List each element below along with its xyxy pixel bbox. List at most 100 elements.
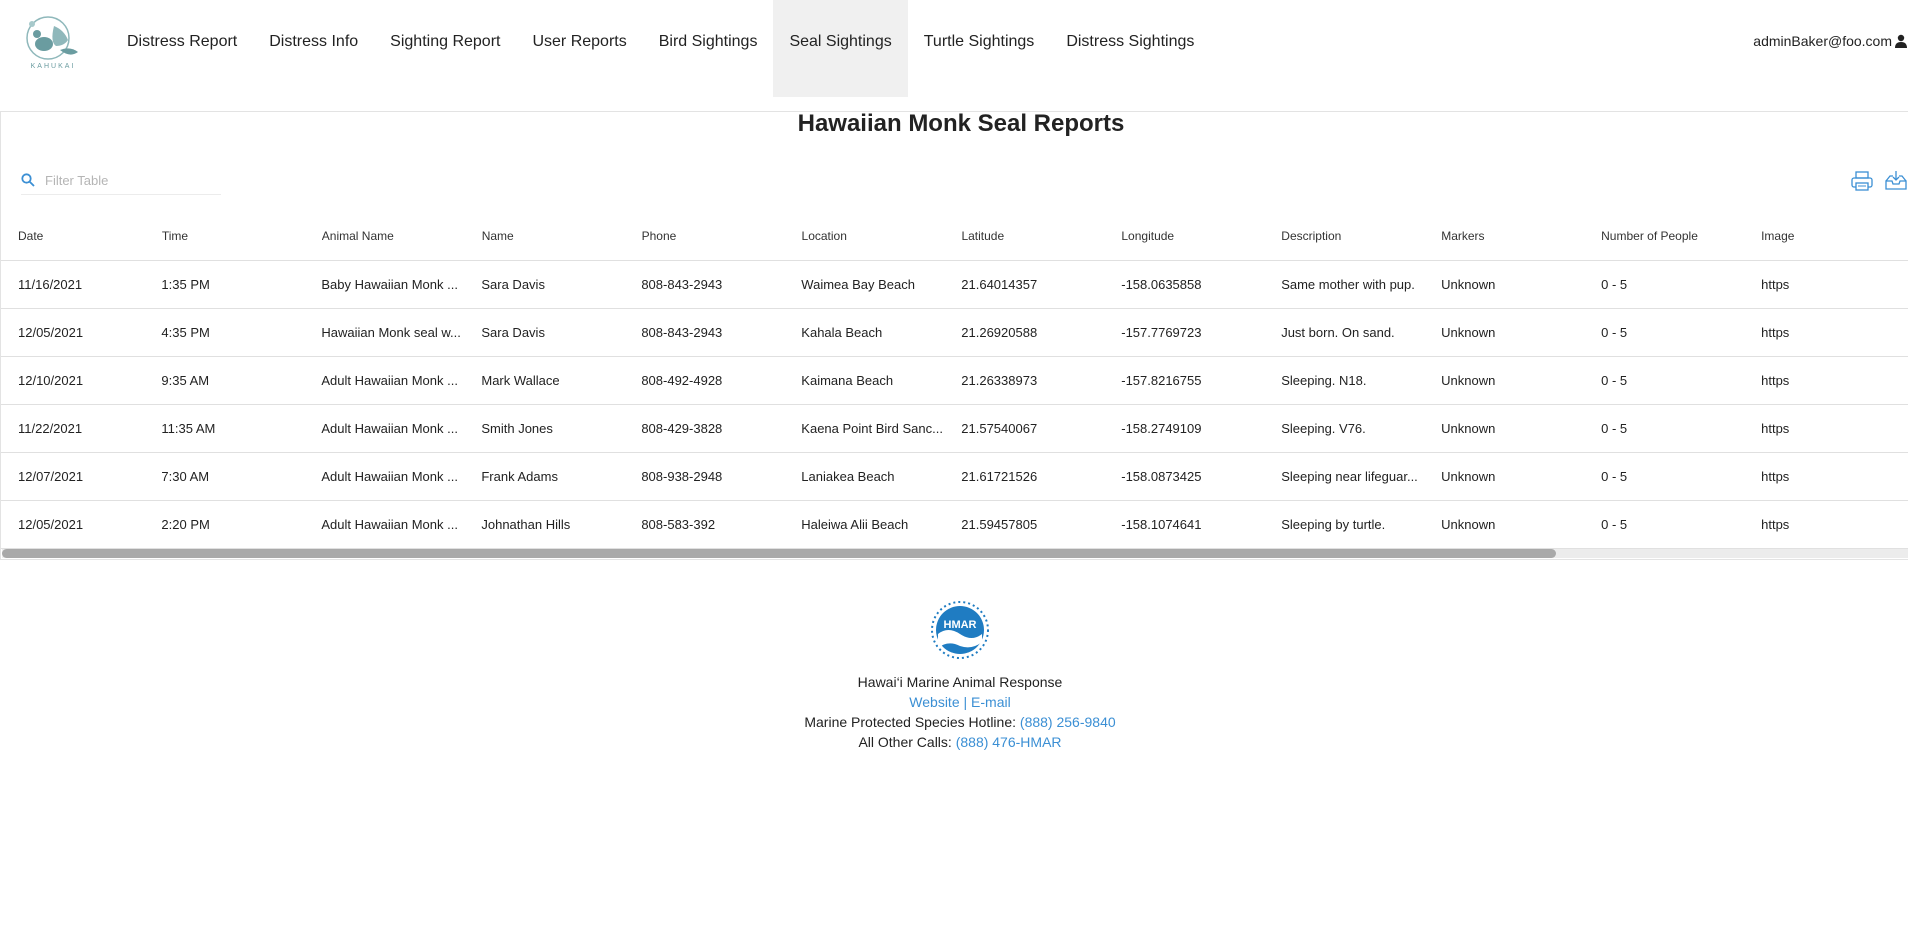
table-cell: Unknown bbox=[1441, 277, 1496, 292]
table-cell: 1:35 PM bbox=[161, 277, 210, 292]
website-link[interactable]: Website bbox=[909, 694, 959, 710]
user-menu[interactable]: adminBaker@foo.com bbox=[1753, 33, 1908, 49]
table-row[interactable]: 12/05/2021 2:20 PM Adult Hawaiian Monk ...… bbox=[1, 501, 1908, 549]
nav-bird-sightings[interactable]: Bird Sightings bbox=[643, 0, 774, 97]
other-calls-phone-link[interactable]: (888) 476-HMAR bbox=[956, 734, 1062, 750]
table-cell: 12/05/2021 bbox=[18, 325, 84, 340]
table-cell: 21.26338973 bbox=[961, 373, 1038, 388]
table-cell: 4:35 PM bbox=[161, 325, 210, 340]
table-cell: -157.8216755 bbox=[1121, 373, 1202, 388]
table-body: 11/16/2021 1:35 PM Baby Hawaiian Monk ... S… bbox=[1, 261, 1908, 549]
table-cell: Baby Hawaiian Monk ... bbox=[321, 277, 458, 292]
table-row[interactable]: 11/16/2021 1:35 PM Baby Hawaiian Monk ... S… bbox=[1, 261, 1908, 309]
hotline-phone-link[interactable]: (888) 256-9840 bbox=[1020, 714, 1116, 730]
table-cell: https bbox=[1761, 277, 1790, 292]
table-cell: 808-492-4928 bbox=[641, 373, 723, 388]
table-cell: 7:30 AM bbox=[161, 469, 210, 484]
user-email: adminBaker@foo.com bbox=[1753, 33, 1892, 49]
nav-distress-report[interactable]: Distress Report bbox=[111, 0, 253, 97]
table-cell: -158.0635858 bbox=[1121, 277, 1202, 292]
reports-card: Hawaiian Monk Seal Reports Filter Table … bbox=[0, 111, 1908, 560]
nav-label: Bird Sightings bbox=[658, 33, 758, 50]
table-cell: Adult Hawaiian Monk ... bbox=[321, 421, 458, 436]
table-row[interactable]: 11/22/2021 11:35 AM Adult Hawaiian Monk ..… bbox=[1, 405, 1908, 453]
table-cell: Kaimana Beach bbox=[801, 373, 894, 388]
footer: HMAR Hawai‘i Marine Animal Response Webs… bbox=[0, 600, 1908, 752]
nav-sighting-report[interactable]: Sighting Report bbox=[374, 0, 516, 97]
table-cell: Unknown bbox=[1441, 469, 1496, 484]
print-button[interactable] bbox=[1850, 170, 1874, 192]
table-cell: Unknown bbox=[1441, 325, 1496, 340]
scrollbar-thumb[interactable] bbox=[2, 549, 1556, 558]
hmar-logo-text: HMAR bbox=[944, 619, 977, 631]
email-link[interactable]: E-mail bbox=[971, 694, 1011, 710]
table-cell: 2:20 PM bbox=[161, 517, 210, 532]
table-cell: 12/05/2021 bbox=[18, 517, 84, 532]
table-cell: Sleeping. V76. bbox=[1281, 421, 1366, 436]
table-cell: 12/07/2021 bbox=[18, 469, 84, 484]
column-header[interactable]: Phone bbox=[642, 229, 802, 243]
horizontal-scrollbar[interactable] bbox=[2, 549, 1908, 558]
filter-field bbox=[21, 166, 221, 195]
table-cell: Adult Hawaiian Monk ... bbox=[321, 517, 458, 532]
hmar-logo[interactable]: HMAR bbox=[930, 600, 990, 660]
filter-input[interactable] bbox=[43, 171, 217, 189]
table-cell: Frank Adams bbox=[481, 469, 558, 484]
column-header[interactable]: Time bbox=[162, 229, 322, 243]
column-header[interactable]: Location bbox=[802, 229, 962, 243]
table-cell: https bbox=[1761, 517, 1790, 532]
footer-other-calls: All Other Calls: (888) 476-HMAR bbox=[0, 732, 1908, 752]
table-cell: 11/22/2021 bbox=[18, 421, 83, 436]
table-cell: 21.57540067 bbox=[961, 421, 1038, 436]
table-cell: 21.26920588 bbox=[961, 325, 1038, 340]
nav-distress-sightings[interactable]: Distress Sightings bbox=[1050, 0, 1210, 97]
table-cell: Haleiwa Alii Beach bbox=[801, 517, 909, 532]
table-cell: 9:35 AM bbox=[161, 373, 210, 388]
table-cell: 0 - 5 bbox=[1601, 277, 1628, 292]
table-cell: 21.59457805 bbox=[961, 517, 1038, 532]
table-cell: -158.1074641 bbox=[1121, 517, 1202, 532]
table-cell: 0 - 5 bbox=[1601, 469, 1628, 484]
table-cell: Sleeping near lifeguar... bbox=[1281, 469, 1418, 484]
column-header[interactable]: Longitude bbox=[1121, 229, 1281, 243]
table-cell: 11/16/2021 bbox=[18, 277, 83, 292]
table-cell: 12/10/2021 bbox=[18, 373, 84, 388]
table-cell: Just born. On sand. bbox=[1281, 325, 1395, 340]
column-header[interactable]: Latitude bbox=[961, 229, 1121, 243]
table-row[interactable]: 12/10/2021 9:35 AM Adult Hawaiian Monk ...… bbox=[1, 357, 1908, 405]
nav-label: Distress Info bbox=[269, 33, 359, 50]
page-title: Hawaiian Monk Seal Reports bbox=[797, 111, 1125, 137]
table-cell: Kahala Beach bbox=[801, 325, 883, 340]
table-tools bbox=[1850, 170, 1908, 192]
table-cell: Waimea Bay Beach bbox=[801, 277, 915, 292]
table-cell: Adult Hawaiian Monk ... bbox=[321, 469, 458, 484]
table-cell: 808-938-2948 bbox=[641, 469, 723, 484]
nav-label: Distress Sightings bbox=[1066, 33, 1195, 50]
column-header[interactable]: Image bbox=[1761, 229, 1908, 243]
table-cell: Smith Jones bbox=[481, 421, 553, 436]
column-header[interactable]: Description bbox=[1281, 229, 1441, 243]
nav-turtle-sightings[interactable]: Turtle Sightings bbox=[908, 0, 1051, 97]
table-cell: 0 - 5 bbox=[1601, 517, 1628, 532]
table-row[interactable]: 12/05/2021 4:35 PM Hawaiian Monk seal w...… bbox=[1, 309, 1908, 357]
column-header[interactable]: Name bbox=[482, 229, 642, 243]
link-separator: | bbox=[963, 694, 968, 710]
table-cell: Kaena Point Bird Sanc... bbox=[801, 421, 943, 436]
nav-seal-sightings[interactable]: Seal Sightings bbox=[773, 0, 908, 97]
table-cell: Sara Davis bbox=[481, 325, 545, 340]
column-header[interactable]: Number of People bbox=[1601, 229, 1761, 243]
table-cell: -158.0873425 bbox=[1121, 469, 1202, 484]
hotline-label: Marine Protected Species Hotline: bbox=[804, 714, 1017, 730]
table-cell: Hawaiian Monk seal w... bbox=[321, 325, 461, 340]
column-header[interactable]: Date bbox=[1, 229, 162, 243]
table-cell: Same mother with pup. bbox=[1281, 277, 1415, 292]
column-header[interactable]: Markers bbox=[1441, 229, 1601, 243]
table-cell: 0 - 5 bbox=[1601, 325, 1628, 340]
table-cell: Mark Wallace bbox=[481, 373, 560, 388]
nav-distress-info[interactable]: Distress Info bbox=[253, 0, 374, 97]
download-button[interactable] bbox=[1884, 170, 1908, 192]
column-header[interactable]: Animal Name bbox=[322, 229, 482, 243]
footer-links: Website | E-mail bbox=[0, 692, 1908, 712]
nav-user-reports[interactable]: User Reports bbox=[516, 0, 642, 97]
table-row[interactable]: 12/07/2021 7:30 AM Adult Hawaiian Monk ...… bbox=[1, 453, 1908, 501]
